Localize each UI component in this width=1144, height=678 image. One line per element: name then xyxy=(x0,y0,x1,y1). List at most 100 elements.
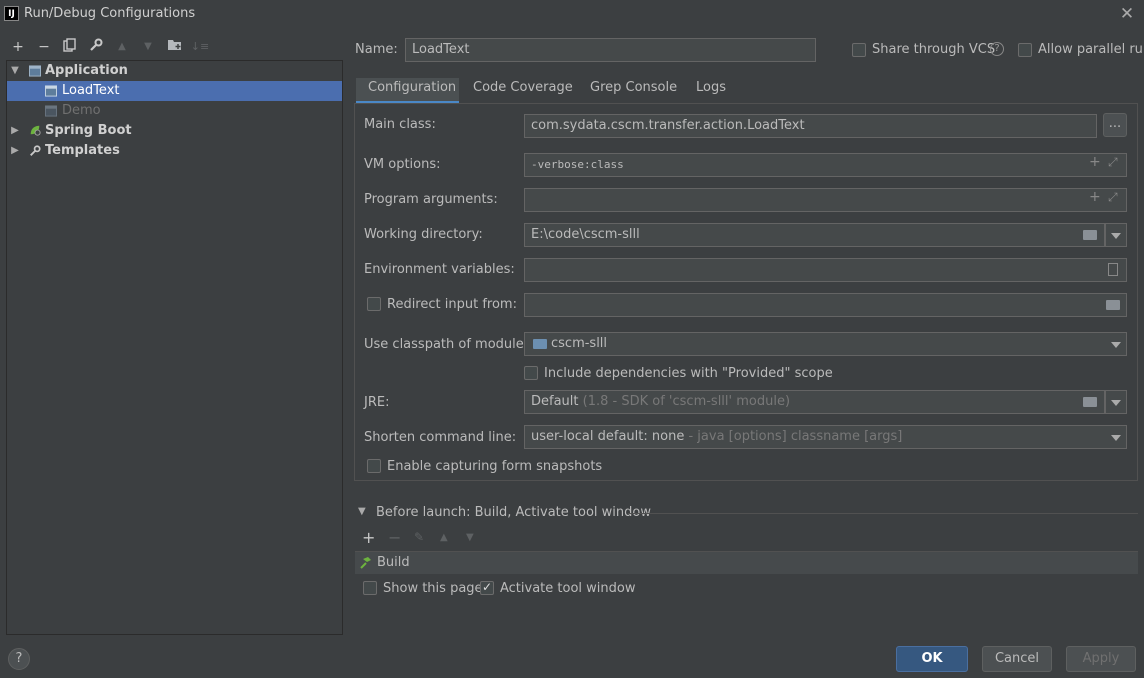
collapse-arrow-icon[interactable]: ▶ xyxy=(9,121,21,141)
folder-icon[interactable] xyxy=(1083,230,1097,240)
working-directory-label: Working directory: xyxy=(364,227,483,242)
expand-icon[interactable]: ⤢ xyxy=(1108,190,1118,205)
remove-icon[interactable]: − xyxy=(34,38,54,56)
task-label: Build xyxy=(377,555,410,570)
tab-code-coverage[interactable]: Code Coverage xyxy=(473,78,573,104)
workdir-dropdown[interactable] xyxy=(1105,223,1127,247)
redirect-input-checkbox[interactable] xyxy=(367,297,381,311)
include-deps-checkbox[interactable] xyxy=(524,366,538,380)
window-title: Run/Debug Configurations xyxy=(24,6,196,21)
dropdown-arrow-icon xyxy=(1111,435,1121,441)
env-variables-label: Environment variables: xyxy=(364,262,515,277)
show-page-checkbox[interactable] xyxy=(363,581,377,595)
main-class-input[interactable]: com.sydata.cscm.transfer.action.LoadText xyxy=(524,114,1097,138)
parallel-run-label: Allow parallel run xyxy=(1038,42,1144,57)
activate-window-checkbox[interactable] xyxy=(480,580,494,595)
program-args-label: Program arguments: xyxy=(364,192,498,207)
configuration-tree: ▼ Application LoadText Demo ▶ Spring Boo… xyxy=(6,60,343,635)
plus-icon[interactable]: + xyxy=(1089,154,1101,170)
main-class-label: Main class: xyxy=(364,117,436,132)
help-circle-icon[interactable]: ? xyxy=(990,42,1004,56)
vm-options-label: VM options: xyxy=(364,157,441,172)
share-vcs-checkbox[interactable] xyxy=(852,43,866,57)
help-button[interactable]: ? xyxy=(8,648,30,670)
include-deps-label: Include dependencies with "Provided" sco… xyxy=(544,366,833,381)
application-config-icon xyxy=(45,85,57,97)
tree-node-demo[interactable]: Demo xyxy=(7,101,342,121)
remove-task-icon[interactable]: − xyxy=(388,528,401,547)
expand-icon[interactable]: ⤢ xyxy=(1108,155,1118,170)
spring-boot-icon xyxy=(30,125,41,136)
add-icon[interactable]: + xyxy=(8,38,28,56)
browse-button[interactable]: ... xyxy=(1103,113,1127,137)
document-icon[interactable] xyxy=(1108,263,1118,276)
new-folder-icon[interactable] xyxy=(164,38,184,56)
tree-node-application[interactable]: ▼ Application xyxy=(7,61,342,81)
activate-window-label: Activate tool window xyxy=(500,581,636,596)
application-icon xyxy=(29,65,41,77)
jre-hint: (1.8 - SDK of 'cscm-slll' module) xyxy=(582,394,791,409)
working-directory-input[interactable]: E:\code\cscm-slll xyxy=(524,223,1105,247)
before-launch-title: Before launch: Build, Activate tool wind… xyxy=(376,505,651,520)
shorten-cmd-value: user-local default: none xyxy=(531,429,685,444)
add-task-icon[interactable]: + xyxy=(362,528,375,547)
env-variables-input[interactable] xyxy=(524,258,1127,282)
folder-icon[interactable] xyxy=(1106,300,1120,310)
module-dropdown[interactable]: cscm-slll xyxy=(524,332,1127,356)
ok-button[interactable]: OK xyxy=(896,646,968,672)
folder-icon[interactable] xyxy=(1083,397,1097,407)
tree-label: LoadText xyxy=(62,83,120,98)
hammer-icon xyxy=(360,557,371,569)
parallel-run-checkbox[interactable] xyxy=(1018,43,1032,57)
tree-node-loadtext[interactable]: LoadText xyxy=(7,81,342,101)
tree-label: Application xyxy=(45,63,128,78)
show-page-label: Show this page xyxy=(383,581,483,596)
move-up-icon[interactable]: ▲ xyxy=(440,532,448,543)
collapse-arrow-icon[interactable]: ▼ xyxy=(358,506,366,517)
vm-options-input[interactable]: -verbose:class xyxy=(524,153,1127,177)
wrench-icon[interactable] xyxy=(86,38,106,56)
jre-dropdown[interactable] xyxy=(1105,390,1127,414)
apply-button[interactable]: Apply xyxy=(1066,646,1136,672)
shorten-cmd-hint: - java [options] classname [args] xyxy=(688,429,903,444)
tree-node-spring-boot[interactable]: ▶ Spring Boot xyxy=(7,121,342,141)
program-args-input[interactable] xyxy=(524,188,1127,212)
snapshots-label: Enable capturing form snapshots xyxy=(387,459,603,474)
wrench-icon xyxy=(30,145,41,156)
tree-label: Demo xyxy=(62,103,101,118)
expand-arrow-icon[interactable]: ▼ xyxy=(9,61,21,81)
jre-input[interactable]: Default (1.8 - SDK of 'cscm-slll' module… xyxy=(524,390,1105,414)
redirect-input-label: Redirect input from: xyxy=(387,297,517,312)
tab-logs[interactable]: Logs xyxy=(696,78,726,104)
plus-icon[interactable]: + xyxy=(1089,189,1101,205)
move-up-icon[interactable]: ▲ xyxy=(112,38,132,56)
move-down-icon[interactable]: ▼ xyxy=(466,532,474,543)
sort-icon[interactable]: ↓≡ xyxy=(190,38,210,56)
tab-grep-console[interactable]: Grep Console xyxy=(590,78,677,104)
edit-task-icon[interactable]: ✎ xyxy=(414,530,424,544)
move-down-icon[interactable]: ▼ xyxy=(138,38,158,56)
tree-node-templates[interactable]: ▶ Templates xyxy=(7,141,342,161)
shorten-cmd-label: Shorten command line: xyxy=(364,430,517,445)
shorten-cmd-dropdown[interactable]: user-local default: none - java [options… xyxy=(524,425,1127,449)
redirect-input-field[interactable] xyxy=(524,293,1127,317)
application-config-icon xyxy=(45,105,57,117)
jre-label: JRE: xyxy=(364,395,390,410)
divider xyxy=(628,513,1138,514)
tree-label: Templates xyxy=(45,143,120,158)
app-icon: IJ xyxy=(4,6,19,21)
copy-icon[interactable] xyxy=(60,38,80,56)
tab-configuration[interactable]: Configuration xyxy=(356,78,459,104)
task-row-build[interactable]: Build xyxy=(355,551,1138,574)
snapshots-checkbox[interactable] xyxy=(367,459,381,473)
dropdown-arrow-icon xyxy=(1111,400,1121,406)
cancel-button[interactable]: Cancel xyxy=(982,646,1052,672)
name-input[interactable]: LoadText xyxy=(405,38,816,62)
module-label: Use classpath of module: xyxy=(364,337,529,352)
collapse-arrow-icon[interactable]: ▶ xyxy=(9,141,21,161)
name-label: Name: xyxy=(355,42,398,57)
dropdown-arrow-icon xyxy=(1111,233,1121,239)
jre-value: Default xyxy=(531,394,579,409)
close-icon[interactable]: ✕ xyxy=(1114,2,1140,26)
tree-label: Spring Boot xyxy=(45,123,132,138)
